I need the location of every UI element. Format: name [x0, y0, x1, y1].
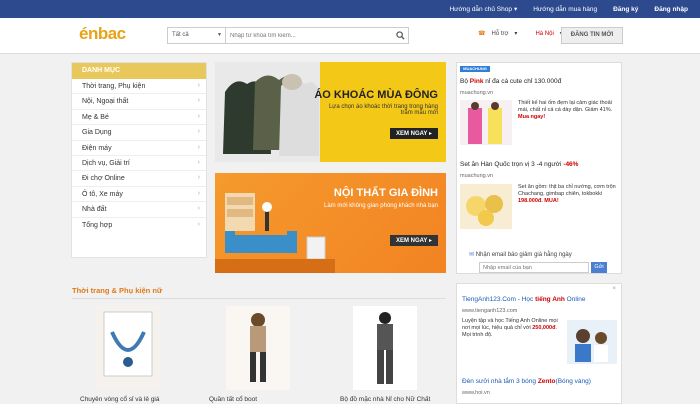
category-item-electronics[interactable]: Điện máy ›	[72, 141, 206, 156]
play-arrow-icon: ▸	[428, 238, 432, 244]
close-icon[interactable]: ×	[612, 286, 616, 292]
shop-guide-link[interactable]: Hướng dẫn chủ Shop ▾	[449, 5, 518, 14]
muachung-logo: MUACHUNG	[460, 66, 490, 72]
product-card[interactable]: Chuyên vòng cổ sỉ và lẻ giá	[80, 306, 170, 403]
chevron-right-icon: ›	[197, 128, 200, 136]
korean-food-image	[460, 184, 512, 229]
category-item-online-market[interactable]: Đi chợ Online ›	[72, 171, 206, 187]
deal-description: Thiết kế hai ốm đẹm lại cảm giác thoải m…	[518, 100, 613, 120]
chevron-down-icon: ▾	[514, 31, 518, 37]
deal-description: Set ăn gồm: thịt ba chỉ nướng, cơm trộn …	[518, 184, 616, 204]
play-arrow-icon: ▸	[428, 131, 432, 137]
chevron-down-icon: ▾	[513, 6, 518, 13]
logo[interactable]: énbac	[79, 24, 126, 44]
newsletter-label: ✉ Nhận email báo giảm giá hằng ngày	[469, 252, 572, 258]
category-sidebar: DANH MỤC Thời trang, Phụ kiện › Nội, Ngoạ…	[71, 62, 207, 258]
product-caption[interactable]: Chuyên vòng cổ sỉ và lẻ giá	[80, 396, 200, 403]
furniture-image	[215, 193, 335, 273]
product-caption[interactable]: Bộ đồ mặc nhà Nỉ cho Nữ Chất	[340, 396, 460, 403]
section-title[interactable]: Thời trang & Phụ kiện nữ	[72, 286, 162, 295]
deals-panel: MUACHUNG Bộ Pink nỉ đa cá cute chỉ 130.0…	[456, 62, 622, 274]
ad-description: Luyện tập và học Tiếng Anh Online mọi nơ…	[462, 318, 558, 338]
category-item-real-estate[interactable]: Nhà đất ›	[72, 202, 206, 218]
chevron-right-icon: ›	[197, 220, 200, 228]
banner-title: ÁO KHOÁC MÙA ĐÔNG	[314, 89, 438, 101]
product-caption[interactable]: Quần tất cổ boot	[209, 396, 329, 403]
banner-title: NỘI THẤT GIA ĐÌNH	[333, 187, 438, 199]
chevron-right-icon: ›	[197, 143, 200, 151]
view-now-button[interactable]: XEM NGAY ▸	[389, 128, 438, 139]
deal-source: muachung.vn	[460, 90, 494, 96]
deal-title[interactable]: Bộ Pink nỉ đa cá cute chỉ 130.000đ	[460, 78, 561, 85]
ads-panel: × TiengAnh123.Com - Học tiếng Anh Online…	[456, 283, 622, 404]
top-links: Hướng dẫn chủ Shop ▾ Hướng dẫn mua hàng Đ…	[449, 0, 688, 18]
search-bar: Tất cả ▼	[167, 27, 409, 44]
chevron-right-icon: ›	[197, 158, 200, 166]
ad-title[interactable]: TiengAnh123.Com - Học tiếng Anh Online	[462, 296, 585, 303]
mail-icon: ✉	[469, 252, 475, 258]
support-icon: ☎	[478, 31, 486, 37]
chevron-right-icon: ›	[197, 97, 200, 105]
homewear-image	[353, 306, 417, 390]
search-icon[interactable]	[392, 28, 408, 43]
pink-outfit-image	[460, 100, 512, 145]
newsletter-email-input[interactable]	[479, 262, 589, 273]
search-input[interactable]	[226, 28, 392, 43]
ad-image	[567, 320, 617, 364]
buy-guide-link[interactable]: Hướng dẫn mua hàng	[533, 6, 597, 13]
product-card[interactable]: Bộ đồ mặc nhà Nỉ cho Nữ Chất	[340, 306, 430, 403]
chevron-right-icon: ›	[197, 174, 200, 182]
category-item-general[interactable]: Tổng hợp ›	[72, 218, 206, 233]
view-now-button[interactable]: XEM NGAY ▸	[389, 235, 438, 246]
product-card[interactable]: Quần tất cổ boot	[209, 306, 299, 403]
banner-subtitle: Làm mới không gian phòng khách nhà bạn	[323, 203, 438, 209]
category-item-services[interactable]: Dịch vụ, Giải trí ›	[72, 156, 206, 172]
deal-source: muachung.vn	[460, 173, 494, 179]
ad-source: www.hoi.vn	[462, 390, 490, 396]
section-divider	[72, 298, 446, 299]
login-link[interactable]: Đăng nhập	[654, 6, 688, 13]
search-category-select[interactable]: Tất cả ▼	[168, 28, 226, 43]
chevron-right-icon: ›	[197, 82, 200, 89]
chevron-down-icon: ▼	[217, 32, 222, 38]
category-item-vehicles[interactable]: Ô tô, Xe máy ›	[72, 187, 206, 203]
furniture-banner[interactable]: NỘI THẤT GIA ĐÌNH Làm mới không gian phò…	[215, 173, 446, 273]
ad-source: www.tienganh123.com	[462, 308, 518, 314]
banner-subtitle: Lựa chọn áo khoác thời trang trong hàng …	[328, 104, 438, 116]
chevron-right-icon: ›	[197, 205, 200, 213]
category-title: DANH MỤC	[72, 63, 206, 79]
support-link[interactable]: Hỗ trợ	[491, 31, 508, 37]
chevron-right-icon: ›	[197, 112, 200, 120]
necklace-image	[96, 306, 160, 390]
boots-image	[226, 306, 290, 390]
header: énbac Tất cả▼ ☎ Hỗ trợ ▾ Hà Nội ▾ ĐĂNG T…	[0, 18, 700, 54]
register-link[interactable]: Đăng ký	[613, 6, 638, 13]
jackets-image	[215, 62, 320, 162]
post-new-button[interactable]: ĐĂNG TIN MỚI	[561, 27, 623, 44]
category-item-mom-baby[interactable]: Mẹ & Bé ›	[72, 110, 206, 126]
location-select[interactable]: Hà Nội	[535, 31, 553, 37]
newsletter-submit-button[interactable]: Gửi	[591, 262, 607, 273]
ad-title[interactable]: Đèn sưởi nhà tắm 3 bóng Zento(Bóng vàng)	[462, 378, 591, 385]
category-item-household[interactable]: Gia Dụng ›	[72, 125, 206, 141]
category-item-furniture[interactable]: Nội, Ngoại thất ›	[72, 94, 206, 110]
category-item-fashion[interactable]: Thời trang, Phụ kiện ›	[72, 79, 206, 95]
chevron-right-icon: ›	[197, 189, 200, 197]
winter-jacket-banner[interactable]: ÁO KHOÁC MÙA ĐÔNG Lựa chọn áo khoác thời…	[215, 62, 446, 162]
header-right: ☎ Hỗ trợ ▾ Hà Nội ▾	[478, 30, 563, 38]
deal-title[interactable]: Set ăn Hàn Quốc trọn vị 3 -4 người -46%	[460, 161, 578, 168]
top-bar: Hướng dẫn chủ Shop ▾ Hướng dẫn mua hàng Đ…	[0, 0, 700, 18]
